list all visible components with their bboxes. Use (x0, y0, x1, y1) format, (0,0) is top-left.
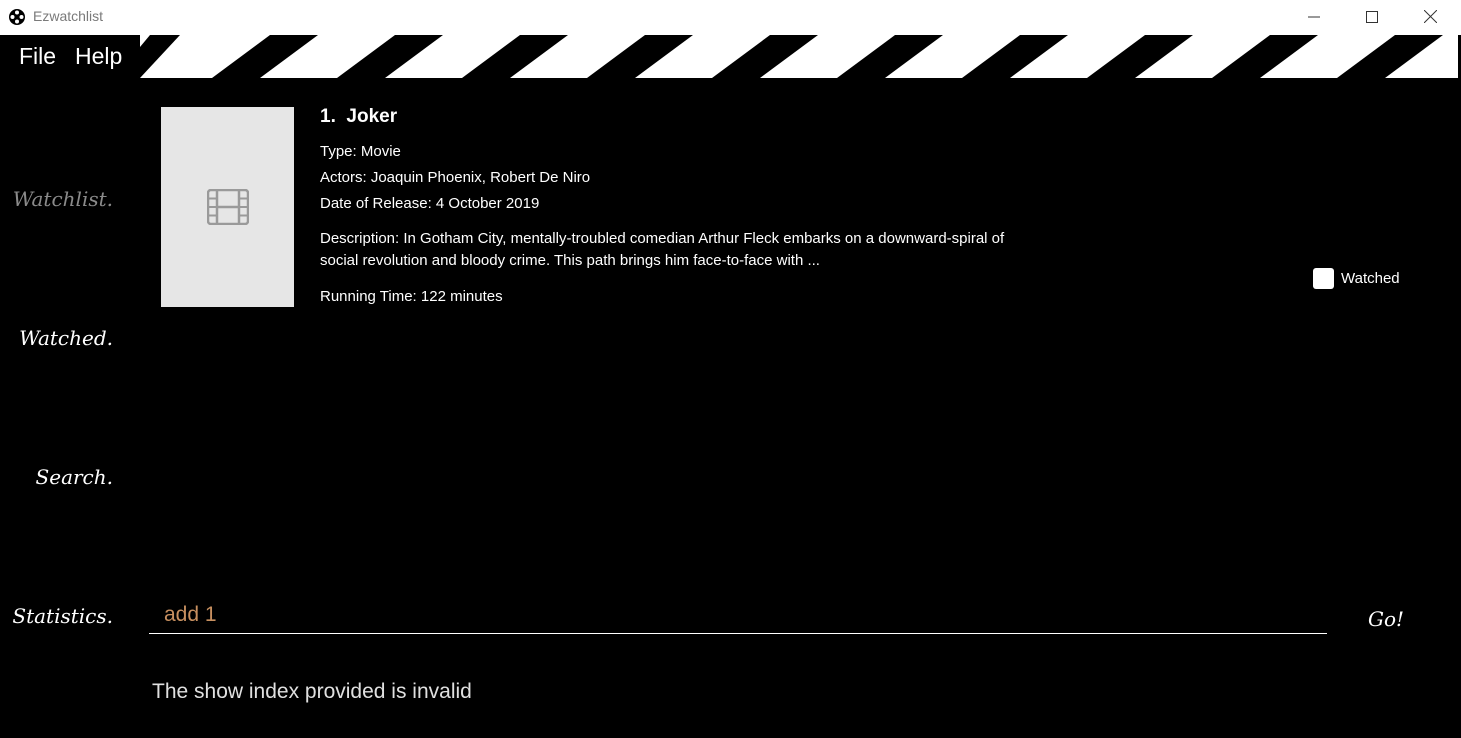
result-message: The show index provided is invalid (152, 680, 472, 703)
show-release-date: Date of Release: 4 October 2019 (320, 195, 540, 212)
maximize-button[interactable] (1343, 0, 1401, 33)
close-icon (1423, 10, 1437, 23)
show-title: Joker (346, 106, 398, 127)
show-actors: Actors: Joaquin Phoenix, Robert De Niro (320, 169, 591, 186)
sidebar-item-statistics[interactable]: Statistics. (12, 604, 113, 628)
menu-file[interactable]: File (19, 43, 56, 70)
close-button[interactable] (1401, 0, 1459, 33)
poster-placeholder (161, 107, 294, 307)
show-running-time: Running Time: 122 minutes (320, 288, 503, 305)
film-icon (206, 189, 249, 225)
minimize-button[interactable] (1285, 0, 1343, 33)
window-title: Ezwatchlist (33, 8, 104, 24)
watched-checkbox[interactable] (1313, 268, 1334, 289)
film-reel-icon (9, 9, 25, 25)
go-button[interactable]: Go! (1368, 607, 1404, 631)
show-description: Description: In Gotham City, mentally-tr… (320, 230, 1005, 269)
menu-bar: File Help (0, 35, 1461, 80)
show-type: Type: Movie (320, 143, 401, 160)
title-bar: Ezwatchlist (0, 0, 1461, 35)
maximize-icon (1366, 10, 1378, 23)
sidebar-item-search[interactable]: Search. (36, 465, 113, 489)
watched-label: Watched (1341, 270, 1400, 287)
command-input[interactable] (149, 596, 1327, 634)
sidebar-item-watchlist[interactable]: Watchlist. (13, 187, 113, 211)
minimize-icon (1308, 16, 1320, 17)
show-index: 1. (320, 106, 336, 127)
sidebar-item-watched[interactable]: Watched. (19, 326, 113, 350)
clapperboard-stripes (140, 35, 1461, 80)
menu-help[interactable]: Help (75, 43, 122, 70)
show-title-row: 1. Joker (320, 106, 397, 128)
